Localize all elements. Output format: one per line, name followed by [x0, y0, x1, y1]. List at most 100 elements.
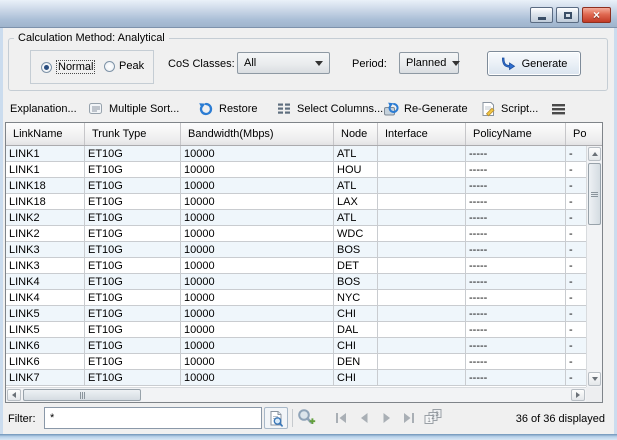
minimize-button[interactable] [530, 7, 553, 23]
table-row[interactable]: LINK6ET10G10000DEN------ [6, 354, 586, 370]
cos-classes-select[interactable]: All [237, 52, 330, 74]
table-cell: LINK2 [6, 210, 85, 225]
scroll-up-button[interactable] [588, 147, 601, 161]
table-cell: DAL [334, 322, 378, 337]
restore-button[interactable]: Restore [196, 98, 260, 120]
multiple-sort-button[interactable]: Multiple Sort... [86, 98, 181, 120]
document-search-icon [268, 410, 284, 427]
table-cell: LINK4 [6, 290, 85, 305]
table-cell: ----- [466, 146, 566, 161]
table-cell [378, 274, 466, 289]
table-cell: - [566, 306, 586, 321]
filter-input[interactable] [44, 407, 262, 429]
script-button[interactable]: Script... [478, 98, 540, 120]
scroll-down-button[interactable] [588, 372, 601, 386]
table-row[interactable]: LINK5ET10G10000DAL------ [6, 322, 586, 338]
table-cell: - [566, 274, 586, 289]
explanation-label: Explanation... [10, 103, 77, 115]
last-page-button[interactable] [402, 412, 416, 424]
radio-peak-circle [104, 61, 115, 72]
table-row[interactable]: LINK7ET10G10000CHI------ [6, 370, 586, 386]
column-header-policyname[interactable]: PolicyName [466, 123, 566, 145]
table-cell: LINK7 [6, 370, 85, 385]
table-cell: ----- [466, 258, 566, 273]
period-select[interactable]: Planned [399, 52, 459, 74]
table-cell: ET10G [85, 258, 181, 273]
previous-page-button[interactable] [357, 412, 371, 424]
advanced-search-button[interactable] [296, 408, 317, 427]
table-row[interactable]: LINK18ET10G10000LAX------ [6, 194, 586, 210]
generate-button[interactable]: Generate [487, 51, 581, 76]
radio-normal-circle [41, 62, 52, 73]
table-row[interactable]: LINK4ET10G10000NYC------ [6, 290, 586, 306]
table-row[interactable]: LINK3ET10G10000DET------ [6, 258, 586, 274]
column-header-trunk-type[interactable]: Trunk Type [85, 123, 181, 145]
table-row[interactable]: LINK2ET10G10000ATL------ [6, 210, 586, 226]
vertical-scrollbar-thumb[interactable] [588, 163, 601, 225]
table-cell: ET10G [85, 210, 181, 225]
first-page-button[interactable] [334, 412, 348, 424]
groupbox-title: Calculation Method: Analytical [14, 32, 169, 44]
select-columns-button[interactable]: Select Columns... [274, 98, 385, 120]
last-page-icon [402, 412, 416, 424]
explanation-button[interactable]: Explanation... [8, 98, 79, 120]
column-header-interface[interactable]: Interface [378, 123, 466, 145]
magnifier-plus-icon [296, 408, 317, 427]
column-header-linkname[interactable]: LinkName [6, 123, 85, 145]
table-cell: LINK18 [6, 178, 85, 193]
table-cell: ----- [466, 162, 566, 177]
toolbar-overflow-button[interactable] [549, 98, 568, 120]
script-icon [480, 101, 496, 117]
table-cell: 10000 [181, 194, 334, 209]
cos-classes-label: CoS Classes: [168, 58, 235, 70]
table-cell: 10000 [181, 370, 334, 385]
table-row[interactable]: LINK18ET10G10000ATL------ [6, 178, 586, 194]
close-button[interactable]: × [582, 7, 611, 23]
period-label: Period: [352, 58, 387, 70]
table-cell: ----- [466, 274, 566, 289]
table-cell: ----- [466, 226, 566, 241]
table-cell [378, 258, 466, 273]
column-header-pol[interactable]: Pol [566, 123, 586, 145]
table-row[interactable]: LINK2ET10G10000WDC------ [6, 226, 586, 242]
table-cell: ET10G [85, 322, 181, 337]
table-cell: 10000 [181, 178, 334, 193]
scroll-left-button[interactable] [7, 389, 21, 401]
next-page-button[interactable] [380, 412, 394, 424]
table-cell [378, 306, 466, 321]
table-row[interactable]: LINK3ET10G10000BOS------ [6, 242, 586, 258]
table-cell: - [566, 370, 586, 385]
table-cell: 10000 [181, 338, 334, 353]
table-cell: ET10G [85, 306, 181, 321]
filter-preview-button[interactable] [264, 407, 288, 429]
chevron-down-icon [452, 61, 460, 66]
table-row[interactable]: LINK5ET10G10000CHI------ [6, 306, 586, 322]
table-body: LINK1ET10G10000ATL------LINK1ET10G10000H… [6, 146, 586, 387]
column-header-bandwidth-mbps-[interactable]: Bandwidth(Mbps) [181, 123, 334, 145]
re-generate-icon [383, 101, 399, 117]
table-row[interactable]: LINK6ET10G10000CHI------ [6, 338, 586, 354]
re-generate-button[interactable]: Re-Generate [381, 98, 470, 120]
go-to-row-button[interactable]: 3 2 1 [424, 409, 442, 425]
table-cell: - [566, 162, 586, 177]
table-row[interactable]: LINK4ET10G10000BOS------ [6, 274, 586, 290]
horizontal-scrollbar-thumb[interactable] [23, 389, 141, 401]
cos-classes-value: All [244, 57, 309, 69]
radio-normal[interactable]: Normal [41, 60, 95, 74]
vertical-scrollbar[interactable] [586, 146, 602, 387]
chevron-down-icon [315, 61, 323, 66]
table-row[interactable]: LINK1ET10G10000HOU------ [6, 162, 586, 178]
scroll-right-button[interactable] [571, 389, 585, 401]
table-cell: ET10G [85, 146, 181, 161]
titlebar[interactable]: × [0, 0, 617, 28]
horizontal-scrollbar[interactable] [6, 387, 586, 402]
maximize-button[interactable] [556, 7, 579, 23]
table-cell: ET10G [85, 274, 181, 289]
column-header-node[interactable]: Node [334, 123, 378, 145]
radio-peak[interactable]: Peak [104, 60, 144, 72]
table-cell: - [566, 194, 586, 209]
table-cell: - [566, 210, 586, 225]
table-cell: 10000 [181, 274, 334, 289]
table-row[interactable]: LINK1ET10G10000ATL------ [6, 146, 586, 162]
close-icon: × [593, 8, 600, 22]
